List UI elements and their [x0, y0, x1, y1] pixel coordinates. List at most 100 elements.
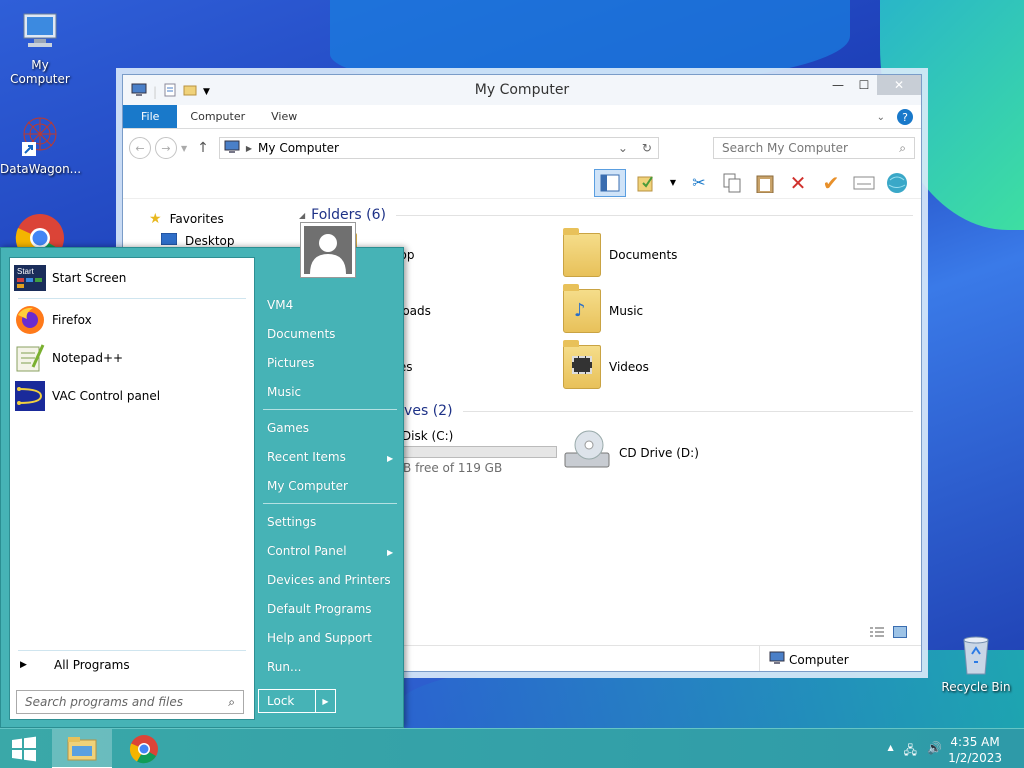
network-icon[interactable]: 🖧: [904, 741, 917, 762]
start-link-documents[interactable]: Documents: [267, 327, 335, 341]
checkmark-icon[interactable]: ✔: [819, 171, 843, 195]
help-icon[interactable]: ?: [897, 109, 913, 125]
refresh-icon[interactable]: ↻: [642, 141, 652, 155]
delete-icon[interactable]: ✕: [786, 171, 810, 195]
title-bar[interactable]: | ▼ My Computer — ☐ ✕: [123, 75, 921, 105]
search-input[interactable]: Search My Computer ⌕: [713, 137, 915, 159]
program-label: All Programs: [54, 658, 130, 672]
group-title: Folders (6): [311, 207, 386, 223]
taskbar-explorer[interactable]: [52, 729, 112, 768]
chevron-right-icon: ▶: [20, 660, 27, 670]
start-button[interactable]: [0, 729, 54, 768]
start-link-settings[interactable]: Settings: [267, 515, 316, 529]
start-search-input[interactable]: Search programs and files ⌕: [16, 690, 244, 714]
folder-label: Videos: [609, 360, 649, 374]
status-text: Computer: [789, 652, 849, 667]
start-link-my-computer[interactable]: My Computer: [267, 479, 348, 493]
back-button[interactable]: ←: [129, 137, 151, 159]
drive-item-d[interactable]: CD Drive (D:): [563, 429, 699, 476]
group-header-folders[interactable]: ◢ Folders (6): [299, 207, 913, 223]
chevron-right-icon[interactable]: ▶: [315, 690, 335, 712]
tab-view[interactable]: View: [258, 105, 310, 128]
address-bar[interactable]: ▶ My Computer ⌄ ↻: [218, 137, 659, 159]
music-folder-icon: ♪: [563, 284, 601, 333]
breadcrumb[interactable]: My Computer: [258, 141, 339, 155]
desktop-icon-label: Recycle Bin: [941, 680, 1011, 694]
ribbon-tabs: File Computer View ⌄ ?: [123, 105, 921, 129]
folder-icon: [563, 228, 601, 277]
folder-item-music[interactable]: ♪ Music: [563, 284, 643, 333]
desktop-icon-label: DataWagon...: [0, 162, 82, 176]
collapse-icon: ◢: [299, 210, 306, 220]
clock[interactable]: 4:35 AM 1/2/2023: [948, 734, 1002, 766]
program-notepadpp[interactable]: Notepad++: [14, 342, 123, 374]
start-link-vm4[interactable]: VM4: [267, 298, 293, 312]
search-placeholder: Search programs and files: [25, 695, 183, 709]
minimize-button[interactable]: —: [825, 75, 851, 95]
maximize-button[interactable]: ☐: [851, 75, 877, 95]
volume-icon[interactable]: 🔊: [927, 741, 942, 762]
nav-item-favorites[interactable]: ★ Favorites: [149, 207, 224, 231]
tab-computer[interactable]: Computer: [177, 105, 258, 128]
system-tray: ▲ 🖧 🔊: [888, 741, 943, 762]
start-screen-icon: Start: [14, 262, 46, 294]
start-link-pictures[interactable]: Pictures: [267, 356, 315, 370]
program-vac-control-panel[interactable]: VAC Control panel: [14, 380, 160, 412]
start-link-run[interactable]: Run...: [267, 660, 301, 674]
large-icons-view-icon[interactable]: [893, 626, 907, 641]
start-link-recent-items[interactable]: Recent Items: [267, 450, 346, 464]
chrome-icon: [129, 735, 158, 764]
properties-icon[interactable]: [635, 171, 659, 195]
cd-drive-icon: [563, 429, 611, 476]
program-label: Start Screen: [52, 271, 127, 285]
chevron-up-icon[interactable]: ▲: [888, 743, 894, 762]
desktop-icon: [160, 232, 178, 248]
paste-icon[interactable]: [753, 171, 777, 195]
copy-icon[interactable]: [720, 171, 744, 195]
rename-icon[interactable]: [852, 171, 876, 195]
all-programs-button[interactable]: ▶ All Programs: [20, 658, 130, 672]
globe-icon[interactable]: [885, 171, 909, 195]
forward-button[interactable]: →: [155, 137, 177, 159]
nav-label: Desktop: [185, 233, 235, 248]
search-icon[interactable]: ⌕: [899, 141, 906, 156]
notepadpp-icon: [14, 342, 46, 374]
search-icon[interactable]: ⌕: [228, 695, 235, 710]
chevron-down-icon[interactable]: ▼: [668, 171, 678, 195]
drive-label: CD Drive (D:): [619, 445, 699, 460]
chevron-down-icon[interactable]: ⌄: [877, 112, 885, 123]
start-link-help-support[interactable]: Help and Support: [267, 631, 372, 645]
desktop-icon-my-computer[interactable]: My Computer: [0, 8, 80, 86]
computer-icon: [16, 8, 64, 56]
details-view-icon[interactable]: [869, 626, 885, 641]
program-firefox[interactable]: Firefox: [14, 304, 92, 336]
recent-locations-icon[interactable]: ▼: [181, 144, 187, 153]
up-button[interactable]: ↑: [197, 140, 209, 156]
program-start-screen[interactable]: Start Start Screen: [14, 262, 126, 294]
computer-small-icon: [769, 651, 785, 668]
start-link-default-programs[interactable]: Default Programs: [267, 602, 372, 616]
folder-item-videos[interactable]: Videos: [563, 340, 649, 389]
desktop-icon-recycle-bin[interactable]: Recycle Bin: [936, 630, 1016, 694]
start-link-music[interactable]: Music: [267, 385, 301, 399]
tab-file[interactable]: File: [123, 105, 178, 128]
close-button[interactable]: ✕: [877, 75, 921, 95]
status-location: Computer: [769, 651, 849, 668]
taskbar-chrome[interactable]: [114, 729, 174, 768]
chevron-down-icon[interactable]: ⌄: [618, 141, 628, 155]
folder-item-documents[interactable]: Documents: [563, 228, 677, 277]
cut-icon[interactable]: ✂: [687, 171, 711, 195]
firefox-icon: [14, 304, 46, 336]
start-link-games[interactable]: Games: [267, 421, 309, 435]
user-avatar[interactable]: [300, 222, 356, 278]
view-toggle: [869, 626, 907, 641]
start-programs-pane: Start Start Screen Firefox Notepad++ VAC…: [9, 257, 255, 720]
start-link-devices-printers[interactable]: Devices and Printers: [267, 573, 391, 587]
file-explorer-icon: [67, 737, 97, 761]
start-link-control-panel[interactable]: Control Panel: [267, 544, 347, 558]
desktop-icon-datawagon[interactable]: DataWagon...: [0, 112, 82, 176]
preview-pane-icon[interactable]: [594, 168, 626, 197]
svg-text:Start: Start: [17, 267, 35, 276]
lock-button[interactable]: Lock ▶: [258, 689, 336, 713]
chevron-right-icon: ▶: [387, 454, 394, 463]
